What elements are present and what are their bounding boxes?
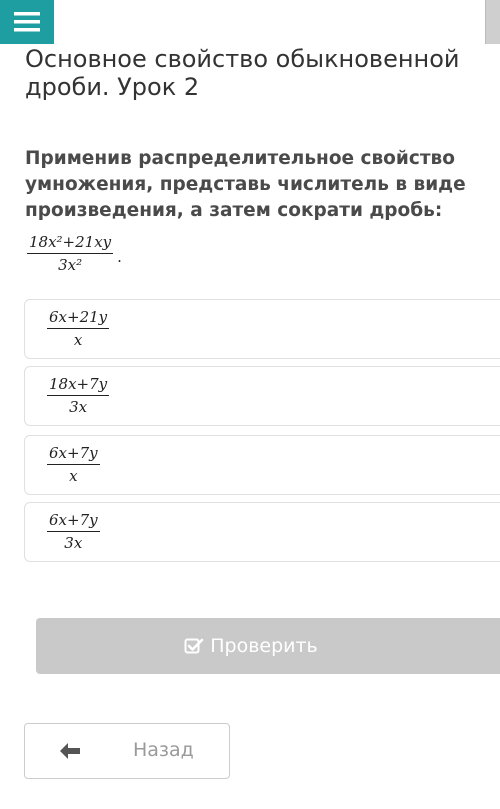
option-fraction: 6x+7y x [47, 444, 100, 485]
option-denominator: 3x [64, 534, 83, 552]
expression-fraction: 18x²+21xy 3x² [27, 233, 114, 274]
option-fraction: 18x+7y 3x [47, 375, 110, 416]
option-denominator: x [69, 467, 78, 485]
expression-denominator: 3x² [58, 256, 83, 274]
check-button-label: Проверить [210, 635, 318, 657]
lesson-title: Основное свойство обыкновенной дроби. Ур… [25, 45, 460, 101]
option-fraction: 6x+21y x [47, 308, 110, 349]
check-button[interactable]: Проверить [36, 618, 500, 674]
checkbox-check-icon [184, 637, 204, 655]
answer-option-4[interactable]: 6x+7y 3x [24, 502, 500, 562]
option-numerator: 6x+21y [49, 308, 108, 326]
question-expression: 18x²+21xy 3x² . [27, 233, 122, 274]
menu-button[interactable] [0, 0, 54, 44]
expression-numerator: 18x²+21xy [29, 233, 112, 251]
back-button[interactable]: Назад [24, 723, 230, 779]
option-denominator: x [73, 331, 83, 349]
answer-option-3[interactable]: 6x+7y x [24, 435, 500, 495]
hamburger-menu-icon [14, 12, 40, 32]
lesson-page: Основное свойство обыкновенной дроби. Ур… [0, 0, 500, 809]
option-numerator: 6x+7y [49, 444, 98, 462]
back-button-label: Назад [133, 739, 194, 761]
option-numerator: 18x+7y [49, 375, 108, 393]
top-right-panel-edge [485, 0, 500, 44]
arrow-left-icon [59, 742, 81, 764]
expression-period: . [117, 247, 122, 266]
answer-option-2[interactable]: 18x+7y 3x [24, 366, 500, 426]
option-denominator: 3x [69, 398, 88, 416]
option-fraction: 6x+7y 3x [47, 511, 100, 552]
top-bar [0, 0, 500, 44]
question-text: Применив распределительное свойство умно… [25, 148, 466, 221]
option-numerator: 6x+7y [49, 511, 98, 529]
answer-option-1[interactable]: 6x+21y x [24, 299, 500, 359]
